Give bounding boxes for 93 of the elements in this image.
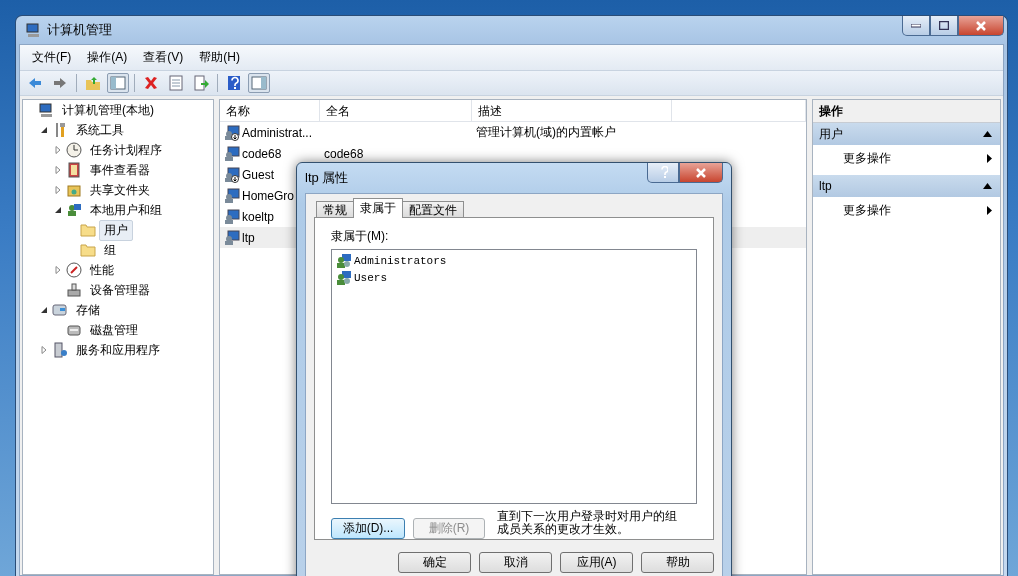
menu-item[interactable]: 帮助(H): [193, 47, 246, 68]
show-tree-button[interactable]: [107, 73, 129, 93]
action-item[interactable]: 更多操作: [813, 145, 1000, 171]
column-header[interactable]: 全名: [320, 100, 472, 121]
folder-icon: [80, 222, 96, 238]
help-icon: [226, 75, 242, 91]
action-section-header[interactable]: ltp: [813, 175, 1000, 197]
section-title: ltp: [819, 179, 832, 193]
tree-item[interactable]: 设备管理器: [85, 279, 155, 301]
question-mark-icon: [658, 166, 668, 179]
tab[interactable]: 隶属于: [353, 198, 403, 218]
event-log-icon: [66, 162, 82, 178]
tab[interactable]: 常规: [316, 201, 354, 218]
tree-item[interactable]: 共享文件夹: [85, 179, 155, 201]
close-button[interactable]: [958, 16, 1004, 36]
tree-item[interactable]: 任务计划程序: [85, 139, 167, 161]
group-list[interactable]: Administrators Users: [331, 249, 697, 504]
add-button[interactable]: 添加(D)...: [331, 518, 405, 539]
group-name[interactable]: Administrators: [354, 254, 447, 267]
close-icon: [976, 20, 986, 31]
properties-icon: [168, 75, 184, 91]
delete-icon: [143, 75, 159, 91]
group-icon: [336, 252, 352, 269]
maximize-button[interactable]: [930, 16, 958, 36]
dialog-button[interactable]: 应用(A): [560, 552, 633, 573]
storage-icon: [52, 302, 68, 318]
collapsed-arrow-icon[interactable]: [53, 265, 63, 275]
computer-icon: [25, 22, 41, 38]
description: 管理计算机(域)的内置帐户: [476, 124, 616, 141]
shared-folder-icon: [66, 182, 82, 198]
submenu-arrow-icon: [987, 205, 992, 215]
folder-up-icon: [85, 75, 101, 91]
menu-item[interactable]: 文件(F): [26, 47, 78, 68]
tree-item[interactable]: 组: [99, 239, 121, 261]
server-icon: [52, 342, 68, 358]
folder-icon: [80, 242, 96, 258]
menu-item[interactable]: 操作(A): [81, 47, 134, 68]
user-name[interactable]: koeltp: [242, 209, 275, 224]
column-header[interactable]: 名称: [220, 100, 320, 121]
expanded-arrow-icon[interactable]: [39, 305, 49, 315]
group-name[interactable]: Users: [354, 271, 387, 284]
tree-item[interactable]: 磁盘管理: [85, 319, 143, 341]
left-arrow-icon: [27, 75, 43, 91]
user-name[interactable]: ltp: [242, 230, 255, 245]
window-title: 计算机管理: [47, 21, 112, 39]
submenu-arrow-icon: [987, 153, 992, 163]
close-icon: [696, 167, 706, 178]
minimize-button[interactable]: [902, 16, 930, 36]
maximize-icon: [939, 21, 949, 30]
section-title: 用户: [819, 125, 843, 143]
note-text: 直到下一次用户登录时对用户的组成员关系的更改才生效。: [497, 510, 678, 536]
expanded-arrow-icon[interactable]: [53, 205, 63, 215]
user-name[interactable]: HomeGro: [242, 188, 294, 203]
tree-item[interactable]: 服务和应用程序: [71, 339, 165, 361]
gauge-icon: [66, 262, 82, 278]
user-name[interactable]: code68: [242, 146, 282, 161]
collapsed-arrow-icon[interactable]: [39, 345, 49, 355]
actions-header: 操作: [813, 100, 1000, 123]
tree-item[interactable]: 事件查看器: [85, 159, 155, 181]
column-header[interactable]: 描述: [472, 100, 672, 121]
full-name: code68: [324, 146, 364, 161]
collapsed-arrow-icon[interactable]: [53, 145, 63, 155]
computer-icon: [38, 102, 54, 118]
tree-item[interactable]: 用户: [99, 219, 133, 241]
group-icon: [336, 269, 352, 286]
help-button[interactable]: [647, 163, 679, 183]
dialog-button[interactable]: 帮助: [641, 552, 714, 573]
close-button[interactable]: [679, 163, 723, 183]
tree-item[interactable]: 计算机管理(本地): [57, 100, 159, 121]
tree-item[interactable]: 存储: [71, 299, 105, 321]
collapsed-arrow-icon[interactable]: [53, 165, 63, 175]
minimize-icon: [911, 23, 921, 28]
tree-item[interactable]: 本地用户和组: [85, 199, 167, 221]
action-item[interactable]: 更多操作: [813, 197, 1000, 223]
action-pane-icon: [251, 75, 267, 91]
expanded-arrow-icon[interactable]: [39, 125, 49, 135]
device-icon: [66, 282, 82, 298]
right-arrow-icon: [52, 75, 68, 91]
show-action-pane-button[interactable]: [248, 73, 270, 93]
tree-pane-icon: [110, 75, 126, 91]
collapsed-arrow-icon[interactable]: [53, 185, 63, 195]
clock-icon: [66, 142, 82, 158]
menu-item[interactable]: 查看(V): [137, 47, 190, 68]
users-icon: [66, 202, 82, 218]
list-label: 隶属于(M):: [331, 228, 390, 245]
tab[interactable]: 配置文件: [402, 201, 464, 218]
tree-item[interactable]: 系统工具: [71, 119, 129, 141]
export-icon: [193, 75, 209, 91]
dialog-button[interactable]: 取消: [479, 552, 552, 573]
dialog-title: ltp 属性: [305, 169, 349, 187]
tree-item[interactable]: 性能: [85, 259, 119, 281]
dialog-button[interactable]: 确定: [398, 552, 471, 573]
action-section-header[interactable]: 用户: [813, 123, 1000, 145]
